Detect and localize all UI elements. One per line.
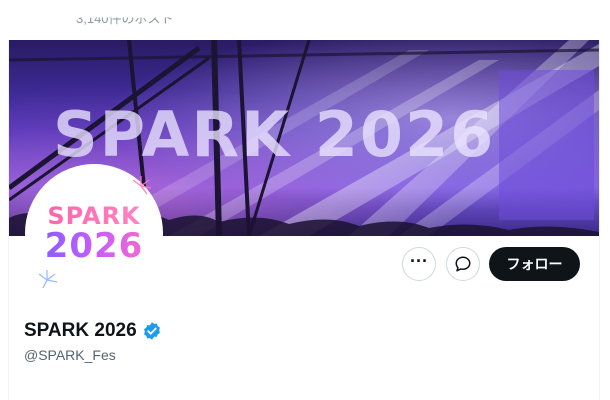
verified-badge-icon[interactable] — [142, 321, 162, 341]
display-name-row: SPARK 2026 — [24, 320, 162, 342]
top-strip: 3,140件のポスト — [0, 0, 610, 40]
banner-stage-text: SPARK 2026 — [53, 98, 496, 171]
message-bubble-icon — [455, 256, 471, 272]
profile-header: SPARK 2026 SPARK 2026 ··· フォロー SPARK 202… — [8, 40, 600, 400]
user-handle: @SPARK_Fes — [24, 347, 116, 363]
follow-button[interactable]: フォロー — [489, 247, 580, 281]
post-count: 3,140件のポスト — [76, 11, 174, 27]
more-horizontal-icon: ··· — [410, 251, 428, 271]
divider — [9, 375, 599, 376]
profile-avatar[interactable]: SPARK 2026 — [25, 164, 163, 302]
avatar-logo-year: 2026 — [29, 226, 159, 266]
message-button[interactable] — [446, 247, 480, 281]
more-options-button[interactable]: ··· — [402, 247, 436, 281]
display-name: SPARK 2026 — [24, 320, 137, 341]
